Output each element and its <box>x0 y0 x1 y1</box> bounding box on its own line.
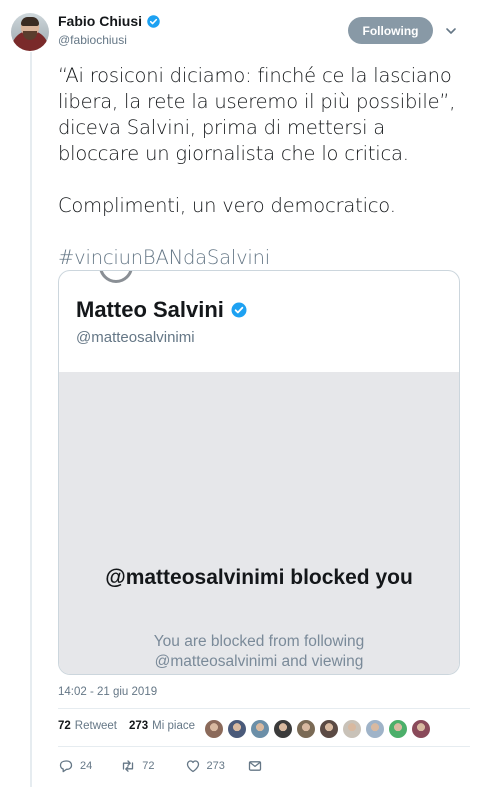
liker-avatar[interactable] <box>342 719 362 739</box>
verified-badge-icon <box>231 302 247 318</box>
blocked-message: You are blocked from following @matteosa… <box>59 632 459 674</box>
tweet-paragraph: Complimenti, un vero democratico. <box>58 194 396 217</box>
divider <box>58 708 470 709</box>
chevron-down-icon[interactable] <box>444 24 458 38</box>
thread-line <box>30 52 32 787</box>
hashtag-link[interactable]: #vinciunBANdaSalvini <box>58 245 470 271</box>
tweet-actions: 24 72 273 <box>58 758 263 774</box>
tweet-timestamp[interactable]: 14:02 - 21 giu 2019 <box>58 686 157 698</box>
envelope-icon <box>248 761 262 771</box>
retweets-count: 72 <box>58 720 71 732</box>
likes-stat[interactable]: 273 Mi piace <box>129 720 195 732</box>
liker-avatar[interactable] <box>388 719 408 739</box>
embedded-name-row: Matteo Salvini <box>76 297 248 323</box>
liker-avatar[interactable] <box>411 719 431 739</box>
following-button[interactable]: Following <box>348 17 433 44</box>
reply-icon <box>59 760 73 773</box>
retweets-label: Retweet <box>74 720 117 732</box>
likes-count: 273 <box>128 720 149 732</box>
blocked-line: You are blocked from following <box>153 633 365 650</box>
retweet-icon <box>123 760 134 772</box>
liker-avatar[interactable] <box>204 719 224 739</box>
embedded-image[interactable]: Matteo Salvini @matteosalvinimi @matteos… <box>58 270 460 675</box>
direct-message-button[interactable] <box>247 758 263 774</box>
liker-avatar[interactable] <box>227 719 247 739</box>
blocked-line-cut <box>59 672 459 674</box>
blocked-title: @matteosalvinimi blocked you <box>105 566 413 589</box>
liker-avatar[interactable] <box>250 719 270 739</box>
blocked-panel: @matteosalvinimi blocked you You are blo… <box>59 372 459 674</box>
retweets-stat[interactable]: 72 Retweet <box>58 720 117 732</box>
reply-button[interactable]: 24 <box>58 758 92 774</box>
heart-icon <box>186 760 199 773</box>
tweet-paragraph: “Ai rosiconi diciamo: finché ce la lasci… <box>58 64 456 165</box>
likes-label: Mi piace <box>152 720 195 732</box>
reply-count: 24 <box>80 760 93 772</box>
embedded-handle: @matteosalvinimi <box>76 329 195 346</box>
avatar-beard <box>23 31 37 40</box>
author-display-name[interactable]: Fabio Chiusi <box>58 13 142 29</box>
divider <box>58 746 470 747</box>
like-button[interactable]: 273 <box>185 758 225 774</box>
tweet-text: “Ai rosiconi diciamo: finché ce la lasci… <box>58 63 470 271</box>
liker-avatar[interactable] <box>273 719 293 739</box>
retweet-count: 72 <box>142 760 155 772</box>
embedded-avatar <box>99 271 133 283</box>
liker-avatar[interactable] <box>296 719 316 739</box>
liker-avatar[interactable] <box>319 719 339 739</box>
tweet-stats: 72 Retweet 273 Mi piace <box>58 720 207 732</box>
author-avatar[interactable] <box>11 13 49 51</box>
author-handle[interactable]: @fabiochiusi <box>58 33 127 47</box>
avatar-hair <box>21 17 39 26</box>
liker-avatar[interactable] <box>365 719 385 739</box>
author-name-row[interactable]: Fabio Chiusi <box>58 13 161 29</box>
like-count: 273 <box>206 760 225 772</box>
verified-badge-icon <box>147 14 160 28</box>
embedded-display-name: Matteo Salvini <box>76 297 224 322</box>
retweet-button[interactable]: 72 <box>120 758 155 774</box>
liker-avatars <box>204 719 431 739</box>
blocked-line: @matteosalvinimi and viewing <box>154 653 364 670</box>
